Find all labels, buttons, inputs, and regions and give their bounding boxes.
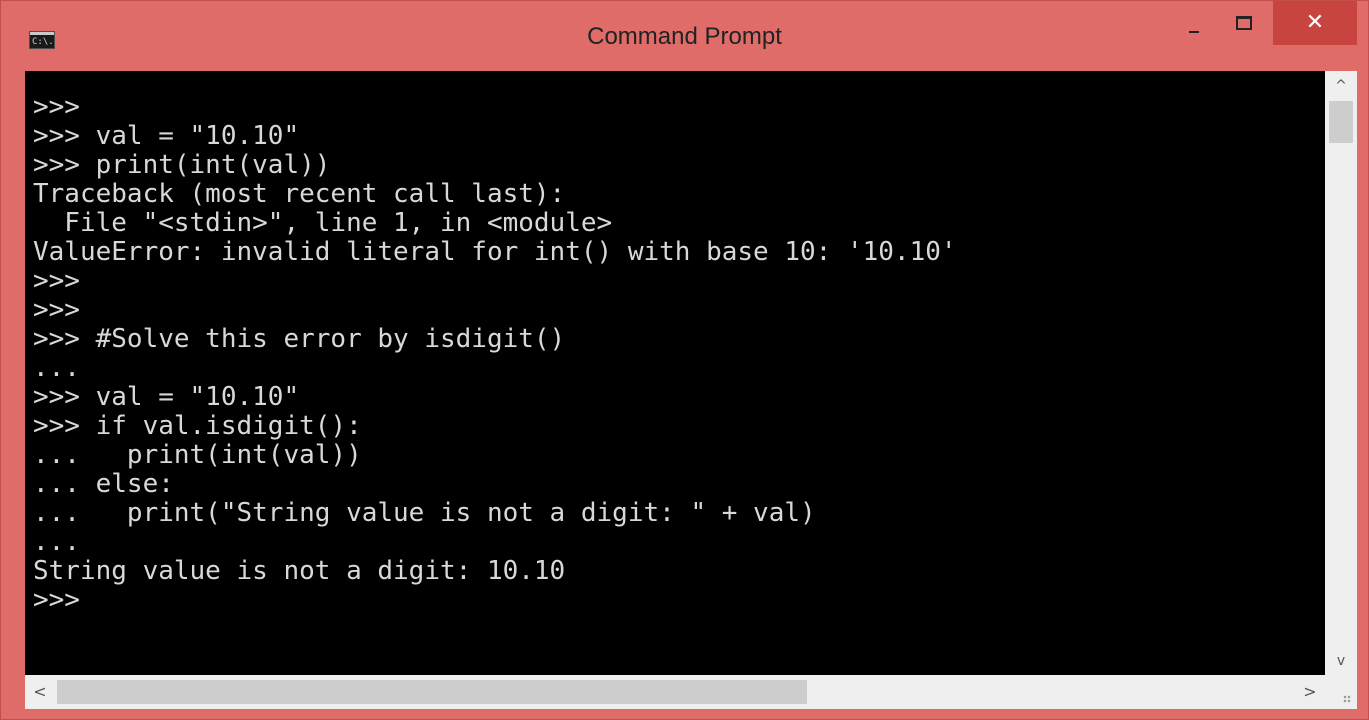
scroll-up-icon[interactable]: ^: [1325, 71, 1357, 101]
resize-grip-icon[interactable]: [1325, 675, 1357, 709]
minimize-button[interactable]: [1173, 7, 1215, 41]
console-line: ...: [33, 353, 80, 383]
close-button[interactable]: ✕: [1273, 1, 1357, 45]
title-bar[interactable]: C:\. Command Prompt ✕: [1, 1, 1368, 71]
close-icon: ✕: [1305, 10, 1325, 35]
console-line: String value is not a digit: 10.10: [33, 556, 566, 586]
console-line: >>>: [33, 295, 80, 325]
console-line: ... print(int(val)): [33, 440, 362, 470]
scroll-right-icon[interactable]: >: [1295, 675, 1325, 709]
console-line: ...: [33, 527, 80, 557]
console-line: Traceback (most recent call last):: [33, 179, 566, 209]
console-line: >>>: [33, 92, 80, 122]
vertical-scrollbar[interactable]: ^ v: [1325, 71, 1357, 675]
console-line: >>> val = "10.10": [33, 121, 300, 151]
window-title: Command Prompt: [587, 23, 782, 50]
console-line: ... print("String value is not a digit: …: [33, 498, 816, 528]
console-line: >>> #Solve this error by isdigit(): [33, 324, 566, 354]
console-line: File "<stdin>", line 1, in <module>: [33, 208, 613, 238]
command-prompt-window: C:\. Command Prompt ✕ >>> >>> val = "10.…: [0, 0, 1369, 720]
console-line: ... else:: [33, 469, 174, 499]
scroll-down-icon[interactable]: v: [1325, 647, 1357, 675]
console-output[interactable]: >>> >>> val = "10.10" >>> print(int(val)…: [25, 71, 1325, 675]
horizontal-scroll-thumb[interactable]: [57, 680, 807, 704]
console-line: >>>: [33, 585, 80, 615]
maximize-button[interactable]: [1219, 7, 1267, 41]
console-line: >>> if val.isdigit():: [33, 411, 362, 441]
console-line: >>> print(int(val)): [33, 150, 331, 180]
scroll-left-icon[interactable]: <: [25, 675, 55, 709]
console-line: >>>: [33, 266, 80, 296]
horizontal-scrollbar[interactable]: < >: [25, 675, 1325, 709]
console-line: ValueError: invalid literal for int() wi…: [33, 237, 957, 267]
console-line: >>> val = "10.10": [33, 382, 300, 412]
console-lines: >>> >>> val = "10.10" >>> print(int(val)…: [33, 93, 957, 615]
vertical-scroll-thumb[interactable]: [1329, 101, 1353, 143]
